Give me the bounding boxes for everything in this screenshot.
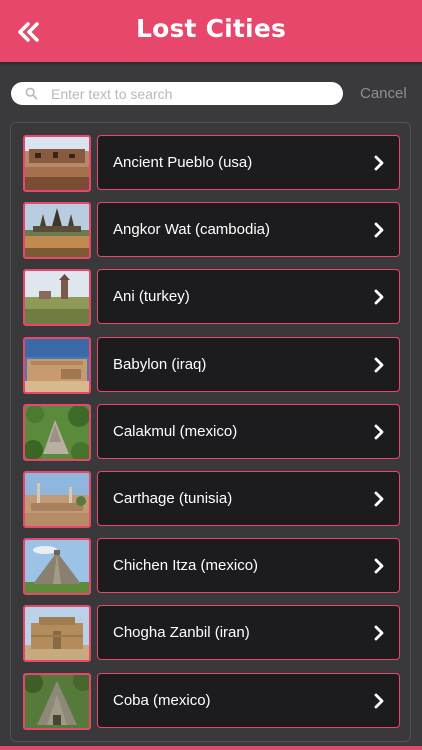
chevron-right-icon [373,491,385,507]
city-label: Calakmul (mexico) [113,422,238,440]
city-label: Chogha Zanbil (iran) [113,624,250,642]
list-item[interactable]: Calakmul (mexico) [23,403,401,461]
chevron-right-icon [373,558,385,574]
list-item[interactable]: Ani (turkey) [23,269,401,327]
city-label: Coba (mexico) [113,691,211,709]
chevron-right-icon [373,289,385,305]
cancel-button[interactable]: Cancel [360,85,407,102]
city-thumbnail [23,269,91,327]
chevron-right-icon [373,222,385,238]
city-label: Babylon (iraq) [113,355,207,373]
search-input[interactable] [49,84,333,103]
city-label: Ancient Pueblo (usa) [113,154,253,171]
city-button[interactable]: Angkor Wat (cambodia) [97,202,400,258]
city-button[interactable]: Babylon (iraq) [97,336,400,392]
chevron-right-icon [373,693,385,709]
city-button[interactable]: Chogha Zanbil (iran) [97,605,400,661]
results-panel: Ancient Pueblo (usa) Angkor Wat (cambodia… [10,122,411,742]
list-item[interactable]: Coba (mexico) [23,672,401,730]
search-bar[interactable] [11,82,343,105]
header-shadow [0,62,422,66]
list-item[interactable]: Angkor Wat (cambodia) [23,202,401,260]
header-bar: Lost Cities [0,0,422,62]
city-button[interactable]: Carthage (tunisia) [97,471,400,526]
city-label: Chichen Itza (mexico) [113,557,259,575]
city-button[interactable]: Coba (mexico) [97,672,400,728]
search-icon [25,87,39,101]
list-item[interactable]: Chogha Zanbil (iran) [23,605,401,663]
page-title: Lost Cities [135,14,287,43]
chevron-right-icon [373,155,385,171]
city-thumbnail [23,135,91,192]
bottom-strip [0,746,422,750]
chevron-right-icon [373,625,385,641]
city-button[interactable]: Chichen Itza (mexico) [97,538,400,594]
city-button[interactable]: Ancient Pueblo (usa) [97,135,400,190]
city-thumbnail [23,538,91,596]
city-button[interactable]: Calakmul (mexico) [97,403,400,459]
chevron-right-icon [373,424,385,440]
chevron-right-icon [373,357,385,373]
city-thumbnail [23,471,91,528]
list-item[interactable]: Ancient Pueblo (usa) [23,135,401,192]
city-thumbnail [23,605,91,663]
city-label: Ani (turkey) [113,288,190,306]
city-thumbnail [23,672,91,730]
city-button[interactable]: Ani (turkey) [97,269,400,325]
city-thumbnail [23,202,91,260]
list-item[interactable]: Carthage (tunisia) [23,471,401,528]
city-label: Angkor Wat (cambodia) [113,221,271,239]
city-label: Carthage (tunisia) [113,490,233,507]
list-item[interactable]: Babylon (iraq) [23,336,401,394]
city-thumbnail [23,403,91,461]
city-thumbnail [23,336,91,394]
list-item[interactable]: Chichen Itza (mexico) [23,538,401,596]
